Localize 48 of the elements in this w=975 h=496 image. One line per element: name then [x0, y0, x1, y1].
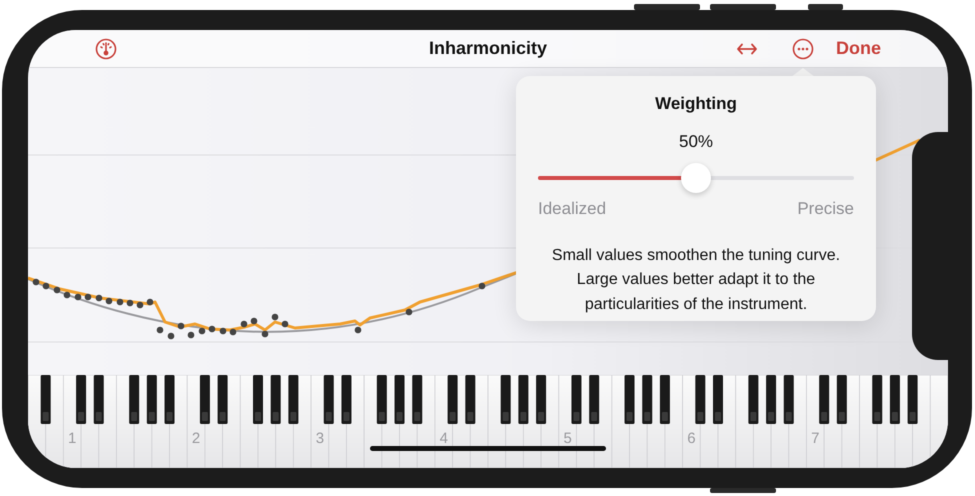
- data-point: [198, 328, 206, 334]
- data-point: [208, 326, 216, 332]
- data-point: [406, 308, 412, 316]
- data-point: [250, 318, 258, 324]
- data-point: [146, 298, 154, 306]
- data-point: [42, 282, 50, 290]
- data-point: [84, 294, 92, 300]
- data-point: [74, 294, 82, 300]
- popover-title: Weighting: [655, 94, 737, 113]
- max-label: Precise: [797, 198, 854, 220]
- data-point: [240, 320, 248, 328]
- data-point: [262, 330, 268, 338]
- screen-title: Inharmonicity: [428, 38, 548, 58]
- data-point: [32, 278, 40, 286]
- data-point: [478, 282, 486, 290]
- data-point: [126, 300, 134, 306]
- data-point: [136, 302, 144, 308]
- slider-value: 50%: [678, 132, 714, 151]
- data-point: [156, 326, 164, 334]
- data-point: [178, 322, 184, 330]
- data-point: [64, 292, 70, 298]
- description-text: Small values smoothen the tuning curve. Large values better adapt it to the particularities of the instrument.: [550, 246, 842, 314]
- octave-label: 7: [811, 430, 820, 447]
- octave-label: 2: [192, 430, 200, 447]
- data-point: [96, 294, 102, 302]
- min-label: Idealized: [538, 198, 606, 220]
- slider-thumb[interactable]: [681, 163, 711, 193]
- data-point: [54, 286, 60, 294]
- gauge-icon[interactable]: [95, 38, 117, 60]
- more-options-icon[interactable]: [792, 38, 814, 60]
- data-point: [272, 314, 278, 320]
- piano-keyboard-drawing[interactable]: [28, 375, 948, 468]
- octave-label: 3: [316, 430, 324, 447]
- octave-label: 4: [440, 430, 448, 447]
- resize-arrows-icon[interactable]: [736, 42, 758, 56]
- done-button[interactable]: Done: [836, 35, 881, 62]
- octave-label: 1: [68, 430, 76, 447]
- data-point: [282, 320, 288, 328]
- data-point: [230, 328, 236, 336]
- data-point: [354, 326, 362, 334]
- data-point: [116, 298, 124, 306]
- weighting-slider[interactable]: [538, 163, 854, 193]
- data-point: [220, 328, 226, 334]
- octave-label: 5: [563, 430, 572, 447]
- octave-label: 6: [687, 430, 696, 447]
- data-point: [188, 332, 194, 338]
- data-point: [106, 298, 112, 304]
- data-point: [168, 332, 174, 340]
